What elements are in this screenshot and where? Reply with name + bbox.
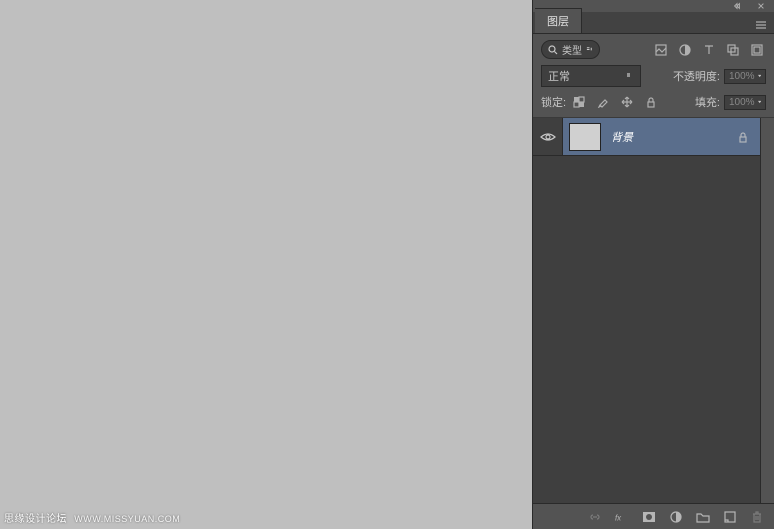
lock-label: 锁定: [541, 94, 566, 110]
blend-mode-select[interactable]: 正常 [541, 65, 641, 87]
layers-list: 背景 [533, 118, 774, 503]
blend-row: 正常 不透明度: 100% [541, 65, 766, 87]
layers-tab[interactable]: 图层 [535, 8, 582, 33]
watermark: 思缘设计论坛 WWW.MISSYUAN.COM [4, 510, 180, 525]
smart-filter-icon[interactable] [748, 41, 766, 59]
layer-thumbnail[interactable] [569, 123, 601, 151]
fill-value: 100% [729, 97, 755, 108]
adjustment-layer-icon[interactable] [667, 508, 685, 526]
layers-panel: 图层 类型 正常 不透明度: [532, 0, 774, 529]
lock-row: 锁定: 填充: 100% [541, 93, 766, 111]
panel-menu-icon[interactable] [752, 16, 770, 34]
group-icon[interactable] [694, 508, 712, 526]
blend-mode-label: 正常 [548, 68, 570, 84]
fx-icon[interactable]: fx [613, 508, 631, 526]
mask-icon[interactable] [640, 508, 658, 526]
watermark-text: 思缘设计论坛 [4, 514, 67, 525]
layer-lock-icon[interactable] [734, 128, 752, 146]
filter-icons [652, 41, 766, 59]
lock-transparent-icon[interactable] [570, 93, 588, 111]
lock-icons [570, 93, 660, 111]
lock-position-icon[interactable] [618, 93, 636, 111]
svg-text:fx: fx [615, 513, 622, 522]
canvas-area[interactable]: 思缘设计论坛 WWW.MISSYUAN.COM [0, 0, 532, 529]
opacity-input[interactable]: 100% [724, 69, 766, 84]
new-layer-icon[interactable] [721, 508, 739, 526]
opacity-value: 100% [729, 71, 755, 82]
layer-item[interactable]: 背景 [533, 118, 760, 156]
filter-row: 类型 [541, 40, 766, 59]
shape-filter-icon[interactable] [724, 41, 742, 59]
eye-icon [540, 131, 556, 143]
opacity-label: 不透明度: [673, 68, 720, 84]
fill-input[interactable]: 100% [724, 95, 766, 110]
visibility-toggle[interactable] [533, 118, 563, 155]
link-layers-icon[interactable] [586, 508, 604, 526]
adjustment-filter-icon[interactable] [676, 41, 694, 59]
layer-name[interactable]: 背景 [611, 129, 734, 145]
panel-tabs: 图层 [533, 12, 774, 34]
watermark-site: WWW.MISSYUAN.COM [74, 514, 180, 524]
filter-type-label: 类型 [562, 42, 582, 57]
lock-all-icon[interactable] [642, 93, 660, 111]
pixel-filter-icon[interactable] [652, 41, 670, 59]
panel-controls: 类型 正常 不透明度: 100% 锁定: [533, 34, 774, 118]
lock-paint-icon[interactable] [594, 93, 612, 111]
scrollbar[interactable] [760, 118, 774, 503]
text-filter-icon[interactable] [700, 41, 718, 59]
panel-footer: fx [533, 503, 774, 529]
trash-icon[interactable] [748, 508, 766, 526]
fill-label: 填充: [695, 94, 720, 110]
filter-type-select[interactable]: 类型 [541, 40, 600, 59]
